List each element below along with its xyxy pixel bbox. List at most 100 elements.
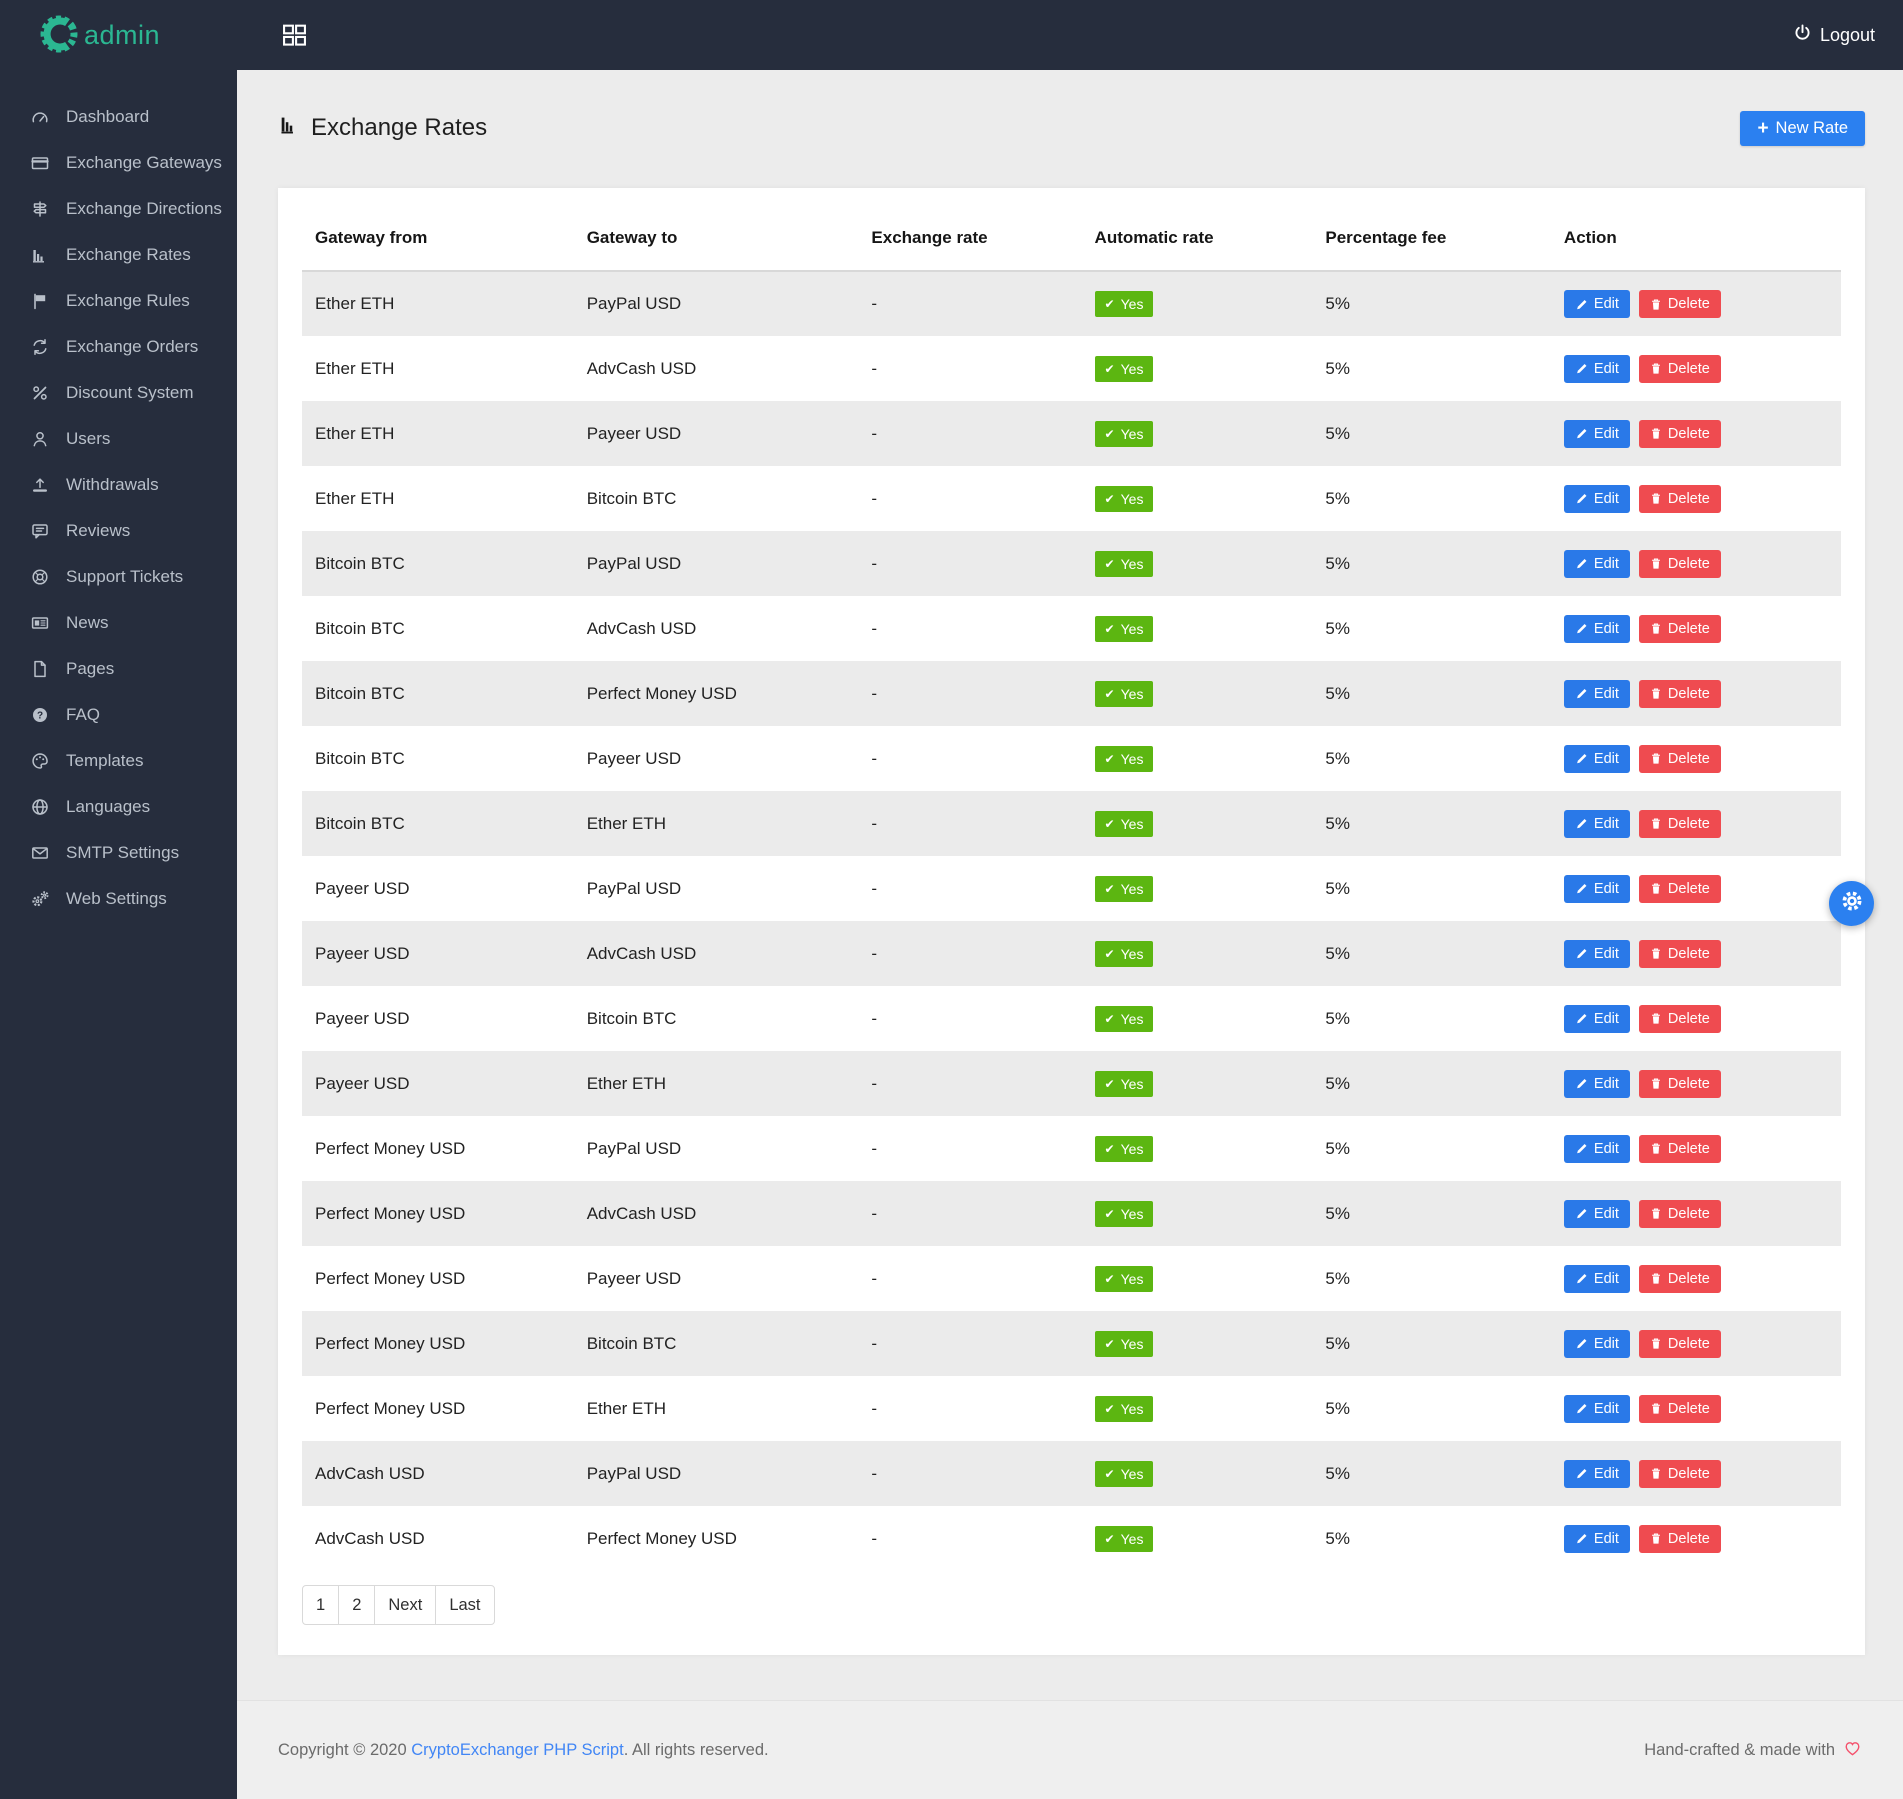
sidebar-item-discount-system[interactable]: Discount System [0,370,237,416]
delete-button[interactable]: Delete [1638,614,1721,643]
edit-button[interactable]: Edit [1563,679,1630,708]
directions-icon [29,199,51,219]
table-row: Payeer USD AdvCash USD - ✔ Yes 5% Edit Delete [302,921,1841,986]
delete-button[interactable]: Delete [1638,744,1721,773]
check-icon: ✔ [1104,556,1115,571]
automatic-rate-cell: ✔ Yes [1094,336,1326,401]
sidebar-item-pages[interactable]: Pages [0,646,237,692]
edit-button[interactable]: Edit [1563,484,1630,513]
edit-button[interactable]: Edit [1563,744,1630,773]
edit-button[interactable]: Edit [1563,549,1630,578]
edit-button[interactable]: Edit [1563,1199,1630,1228]
edit-button[interactable]: Edit [1563,939,1630,968]
check-icon: ✔ [1104,361,1115,376]
check-icon: ✔ [1104,1401,1115,1416]
sidebar-item-faq[interactable]: ? FAQ [0,692,237,738]
delete-button[interactable]: Delete [1638,1264,1721,1293]
pagination-button-last[interactable]: Last [435,1585,495,1625]
pencil-icon [1575,1467,1588,1480]
gateway-to-cell: Payeer USD [586,423,682,443]
sidebar-item-smtp-settings[interactable]: SMTP Settings [0,830,237,876]
sidebar-item-reviews[interactable]: Reviews [0,508,237,554]
delete-button[interactable]: Delete [1638,1199,1721,1228]
exchange-rate-cell: - [871,1333,878,1353]
delete-button[interactable]: Delete [1638,419,1721,448]
delete-button[interactable]: Delete [1638,1069,1721,1098]
automatic-rate-cell: ✔ Yes [1094,271,1326,336]
sidebar-item-exchange-rates[interactable]: Exchange Rates [0,232,237,278]
column-header-automatic-rate: Automatic rate [1094,212,1326,272]
gateway-from-cell: Perfect Money USD [315,1268,466,1288]
sidebar-item-users[interactable]: Users [0,416,237,462]
pencil-icon [1575,1337,1588,1350]
brand-logo[interactable]: admin [0,0,237,70]
edit-button[interactable]: Edit [1563,1134,1630,1163]
sidebar-item-exchange-rules[interactable]: Exchange Rules [0,278,237,324]
delete-button[interactable]: Delete [1638,1329,1721,1358]
edit-button[interactable]: Edit [1563,874,1630,903]
delete-button[interactable]: Delete [1638,939,1721,968]
automatic-rate-cell: ✔ Yes [1094,1051,1326,1116]
edit-button[interactable]: Edit [1563,1394,1630,1423]
edit-label: Edit [1593,1010,1619,1027]
edit-button[interactable]: Edit [1563,1264,1630,1293]
sidebar-item-dashboard[interactable]: Dashboard [0,94,237,140]
check-icon: ✔ [1104,1336,1115,1351]
upload-icon [29,475,51,495]
delete-button[interactable]: Delete [1638,1459,1721,1488]
delete-button[interactable]: Delete [1638,1004,1721,1033]
sidebar-item-support-tickets[interactable]: Support Tickets [0,554,237,600]
badge-label: Yes [1120,1465,1144,1482]
grid-menu-icon[interactable] [281,20,311,50]
delete-button[interactable]: Delete [1638,809,1721,838]
badge-label: Yes [1120,555,1144,572]
delete-button[interactable]: Delete [1638,354,1721,383]
pagination-button-1[interactable]: 1 [302,1585,340,1625]
edit-button[interactable]: Edit [1563,809,1630,838]
delete-button[interactable]: Delete [1638,1524,1721,1553]
sidebar-item-label: Pages [66,659,115,678]
sidebar-item-exchange-gateways[interactable]: Exchange Gateways [0,140,237,186]
sidebar-item-label: Exchange Gateways [66,153,222,172]
table-row: Bitcoin BTC PayPal USD - ✔ Yes 5% Edit Delete [302,531,1841,596]
delete-button[interactable]: Delete [1638,1134,1721,1163]
logout-button[interactable]: Logout [1793,23,1875,47]
sidebar-item-exchange-orders[interactable]: Exchange Orders [0,324,237,370]
delete-button[interactable]: Delete [1638,874,1721,903]
copyright-link[interactable]: CryptoExchanger PHP Script [411,1741,623,1759]
sidebar-item-languages[interactable]: Languages [0,784,237,830]
delete-button[interactable]: Delete [1638,290,1721,318]
edit-button[interactable]: Edit [1563,1069,1630,1098]
edit-label: Edit [1593,620,1619,637]
sidebar-item-news[interactable]: News [0,600,237,646]
trash-icon [1650,817,1662,830]
delete-button[interactable]: Delete [1638,679,1721,708]
sidebar-item-web-settings[interactable]: Web Settings [0,876,237,922]
edit-button[interactable]: Edit [1563,290,1630,318]
edit-button[interactable]: Edit [1563,1004,1630,1033]
settings-fab-button[interactable] [1829,881,1874,926]
pencil-icon [1575,882,1588,895]
check-icon: ✔ [1104,491,1115,506]
sidebar-item-exchange-directions[interactable]: Exchange Directions [0,186,237,232]
exchange-rate-cell: - [871,553,878,573]
delete-button[interactable]: Delete [1638,484,1721,513]
pagination-button-next[interactable]: Next [374,1585,437,1625]
delete-button[interactable]: Delete [1638,1394,1721,1423]
delete-button[interactable]: Delete [1638,549,1721,578]
gateway-to-cell: AdvCash USD [586,618,697,638]
pagination-button-2[interactable]: 2 [338,1585,376,1625]
sidebar-menu: Dashboard Exchange Gateways Exchange Direc… [0,94,237,922]
edit-button[interactable]: Edit [1563,1329,1630,1358]
check-icon: ✔ [1104,686,1115,701]
sidebar-item-templates[interactable]: Templates [0,738,237,784]
edit-button[interactable]: Edit [1563,1524,1630,1553]
sidebar-item-withdrawals[interactable]: Withdrawals [0,462,237,508]
edit-button[interactable]: Edit [1563,419,1630,448]
edit-label: Edit [1593,750,1619,767]
edit-button[interactable]: Edit [1563,614,1630,643]
edit-button[interactable]: Edit [1563,354,1630,383]
table-header-row: Gateway from Gateway to Exchange rate Autom… [302,212,1841,272]
edit-button[interactable]: Edit [1563,1459,1630,1488]
new-rate-button[interactable]: + New Rate [1740,110,1865,146]
